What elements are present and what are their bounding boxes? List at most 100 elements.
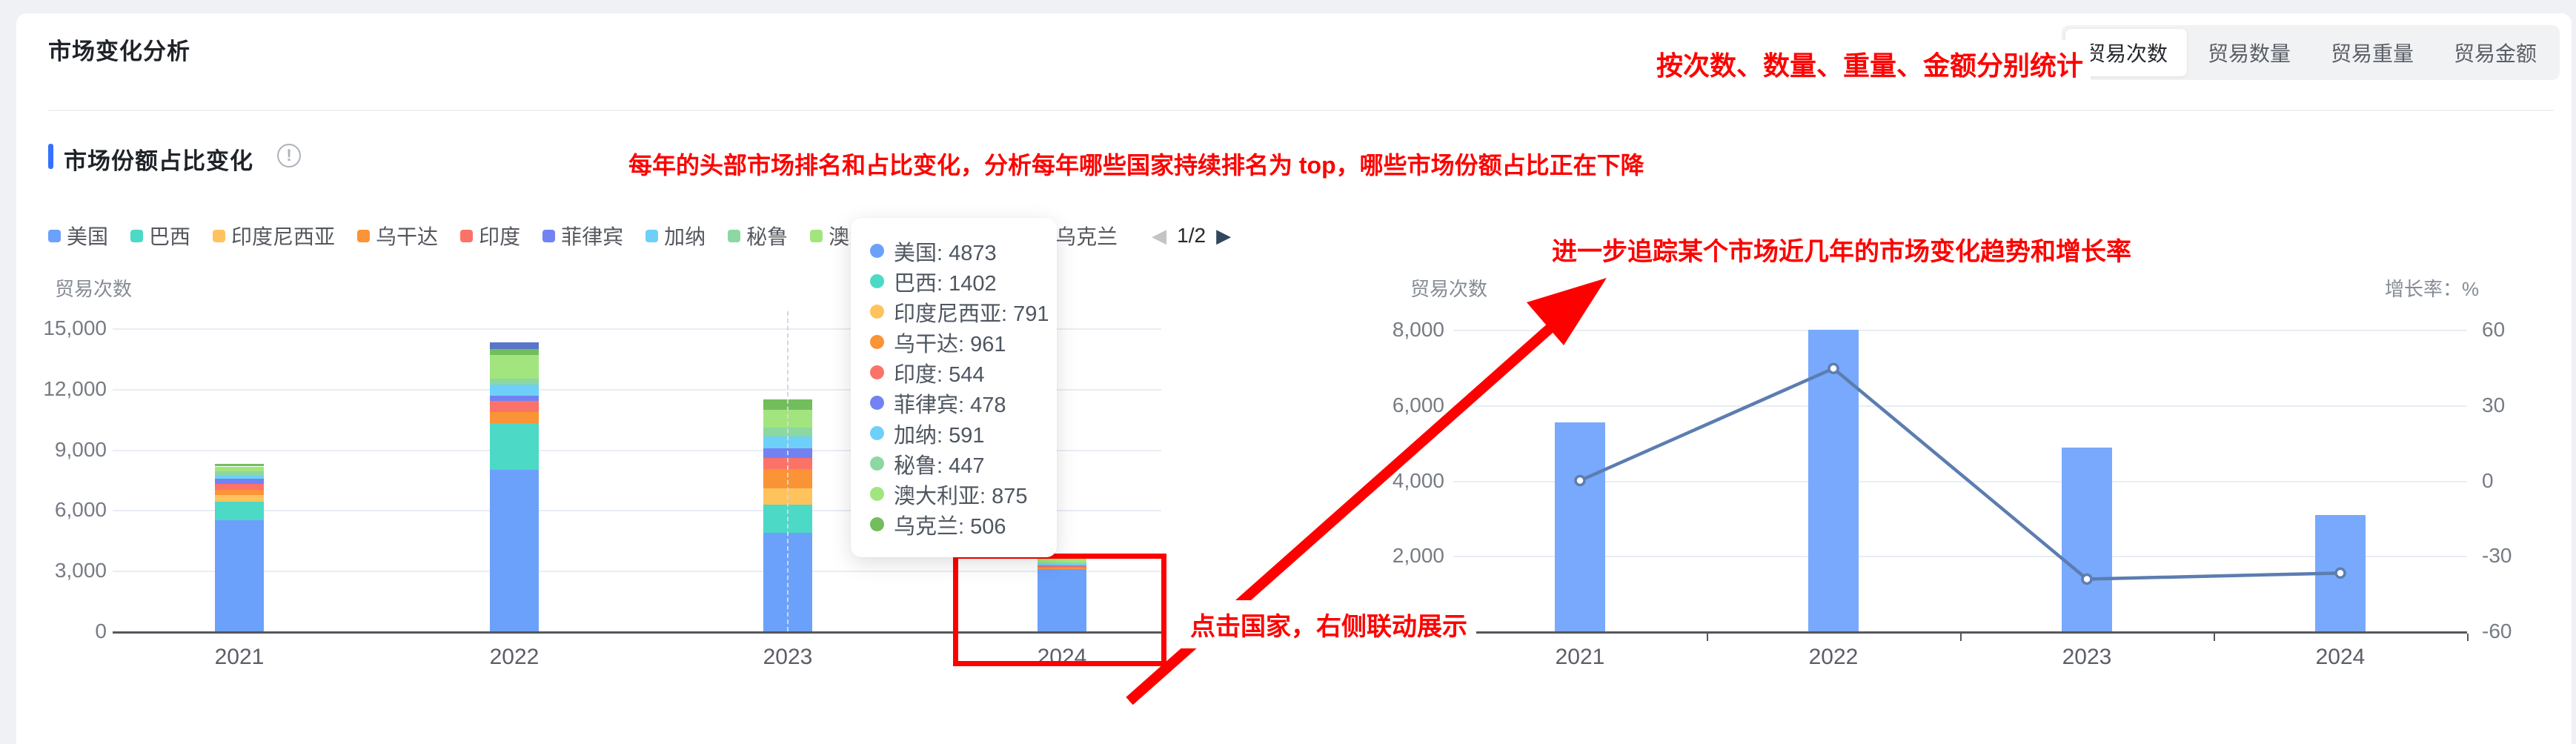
tab-贸易重量[interactable]: 贸易重量 [2311, 29, 2433, 76]
legend-label: 秘鲁 [746, 221, 788, 250]
tooltip-label-value: 加纳: 591 [894, 418, 985, 449]
legend-item-乌干达[interactable]: 乌干达 [357, 221, 438, 250]
legend-pager: ◀ 1/2 ▶ [1152, 224, 1231, 248]
x-axis-label-2022: 2022 [490, 645, 540, 670]
tooltip-row: 加纳: 591 [870, 418, 1038, 448]
y-axis-tick-right: 30 [2482, 393, 2505, 417]
stacked-bar-segment-美国[interactable] [490, 470, 539, 631]
legend-label: 美国 [67, 221, 108, 250]
legend-prev-arrow[interactable]: ◀ [1152, 225, 1166, 248]
legend-label: 巴西 [149, 221, 190, 250]
legend-swatch [542, 230, 555, 242]
trend-bar-2023[interactable] [2062, 448, 2112, 631]
tooltip-dot [870, 274, 884, 288]
tooltip-row: 菲律宾: 478 [870, 388, 1038, 418]
tab-贸易金额[interactable]: 贸易金额 [2434, 29, 2556, 76]
x-axis-label-2023: 2023 [763, 645, 813, 670]
legend-page-indicator: 1/2 [1177, 224, 1206, 248]
stacked-bar-segment-乌克兰[interactable] [215, 464, 264, 467]
right-chart-secondary-axis-title: 增长率：% [2385, 274, 2479, 302]
y-axis-tick-right: 0 [2482, 469, 2494, 493]
tooltip-dot [870, 426, 884, 440]
section-title: 市场份额占比变化 [64, 142, 253, 176]
legend-item-秘鲁[interactable]: 秘鲁 [728, 221, 788, 250]
tooltip-row: 印度尼西亚: 791 [870, 296, 1038, 327]
annotation-section: 每年的头部市场排名和占比变化，分析每年哪些国家持续排名为 top，哪些市场份额占… [623, 144, 1650, 184]
tooltip-dot [870, 335, 884, 349]
annotation-highlight-rect [953, 554, 1166, 666]
annotation-metrics: 按次数、数量、重量、金额分别统计 [1649, 40, 2091, 87]
tooltip-dot [870, 456, 884, 471]
legend-label: 菲律宾 [561, 221, 623, 250]
legend-label: 加纳 [664, 221, 706, 250]
hover-indicator-line [787, 311, 789, 631]
legend-swatch [357, 230, 370, 242]
tooltip-row: 秘鲁: 447 [870, 448, 1038, 479]
gridline [1453, 330, 2467, 331]
metric-tab-bar: 贸易次数贸易数量贸易重量贸易金额 [2062, 25, 2560, 80]
legend-next-arrow[interactable]: ▶ [1216, 225, 1231, 248]
stacked-bar-segment-印度[interactable] [215, 484, 264, 490]
tooltip-dot [870, 396, 884, 410]
right-chart-y-axis-title: 贸易次数 [1410, 274, 1487, 302]
x-axis-tick [2214, 634, 2215, 641]
tooltip-dot [870, 487, 884, 501]
legend-swatch [213, 230, 225, 242]
legend-label: 乌干达 [376, 221, 438, 250]
stacked-bar-segment-秘鲁[interactable] [215, 471, 264, 475]
legend-label: 印度 [479, 221, 520, 250]
x-axis-label-2021: 2021 [1556, 645, 1605, 670]
trend-bar-2024[interactable] [2315, 515, 2366, 631]
legend-swatch [130, 230, 143, 242]
stacked-bar-segment-乌克兰[interactable] [490, 349, 539, 355]
y-axis-tick-left: 2,000 [1312, 544, 1444, 568]
legend-swatch [810, 230, 823, 242]
stacked-bar-segment-top[interactable] [490, 342, 539, 349]
x-axis-tick [1707, 634, 1708, 641]
stacked-bar-segment-澳大利亚[interactable] [490, 355, 539, 379]
legend-item-巴西[interactable]: 巴西 [130, 221, 190, 250]
tooltip-row: 巴西: 1402 [870, 266, 1038, 296]
legend-item-菲律宾[interactable]: 菲律宾 [542, 221, 623, 250]
legend-item-印度尼西亚[interactable]: 印度尼西亚 [213, 221, 335, 250]
x-axis-label-2021: 2021 [215, 645, 265, 670]
stacked-bar-segment-巴西[interactable] [490, 423, 539, 469]
stacked-bar-segment-美国[interactable] [215, 520, 264, 631]
tooltip-row: 印度: 544 [870, 357, 1038, 388]
stacked-bar-segment-秘鲁[interactable] [490, 379, 539, 384]
stacked-bar-segment-乌干达[interactable] [215, 490, 264, 495]
y-axis-tick-right: -30 [2482, 544, 2512, 568]
tab-贸易数量[interactable]: 贸易数量 [2188, 29, 2310, 76]
legend-item-加纳[interactable]: 加纳 [645, 221, 706, 250]
info-icon[interactable]: ! [277, 144, 301, 167]
legend-label: 乌克兰 [1055, 221, 1118, 250]
stacked-bar-segment-澳大利亚[interactable] [215, 467, 264, 471]
tooltip-row: 美国: 4873 [870, 236, 1038, 266]
stacked-bar-segment-加纳[interactable] [490, 385, 539, 396]
tooltip-label-value: 菲律宾: 478 [894, 388, 1006, 419]
tooltip-dot [870, 305, 884, 319]
chart-tooltip: 美国: 4873巴西: 1402印度尼西亚: 791乌干达: 961印度: 54… [851, 218, 1057, 557]
y-axis-tick: 12,000 [16, 377, 107, 401]
stacked-bar-segment-印度尼西亚[interactable] [215, 495, 264, 502]
legend-item-印度[interactable]: 印度 [460, 221, 520, 250]
tooltip-dot [870, 517, 884, 531]
tooltip-label-value: 美国: 4873 [894, 236, 997, 267]
y-axis-tick-right: -60 [2482, 620, 2512, 643]
legend-item-美国[interactable]: 美国 [48, 221, 108, 250]
trend-bar-2021[interactable] [1555, 422, 1605, 631]
tooltip-label-value: 秘鲁: 447 [894, 448, 985, 479]
legend-swatch [460, 230, 473, 242]
tooltip-label-value: 巴西: 1402 [894, 266, 997, 297]
stacked-bar-segment-菲律宾[interactable] [215, 479, 264, 484]
x-axis-label-2024: 2024 [2316, 645, 2366, 670]
stacked-bar-segment-巴西[interactable] [215, 502, 264, 520]
stacked-bar-segment-加纳[interactable] [215, 475, 264, 479]
tooltip-row: 乌干达: 961 [870, 327, 1038, 357]
stacked-bar-segment-印度[interactable] [490, 401, 539, 411]
trend-bar-2022[interactable] [1808, 330, 1859, 631]
tooltip-label-value: 乌克兰: 506 [894, 509, 1006, 540]
stacked-bar-segment-乌干达[interactable] [490, 412, 539, 424]
stacked-bar-segment-菲律宾[interactable] [490, 396, 539, 401]
tooltip-dot [870, 244, 884, 258]
